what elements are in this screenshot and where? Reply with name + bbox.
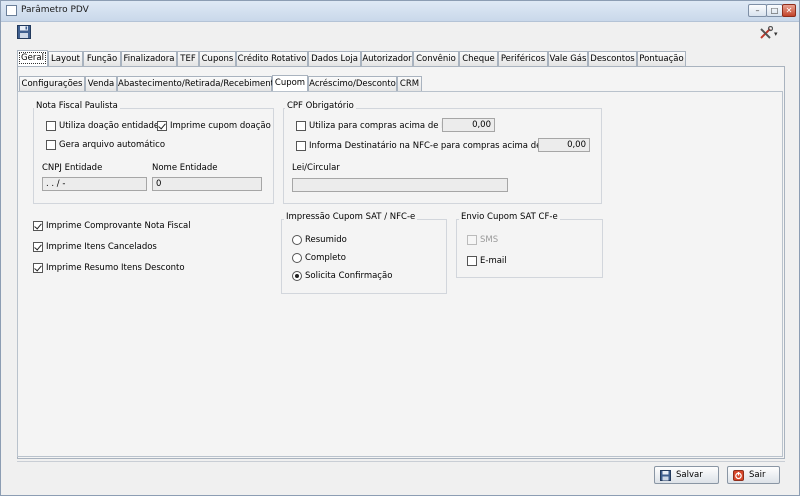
gera-arquivo-checkbox[interactable] bbox=[46, 140, 56, 150]
exit-button-label: Sair bbox=[749, 470, 766, 480]
cnpj-entidade-field[interactable]: . . / - bbox=[42, 177, 147, 191]
close-button[interactable]: ✕ bbox=[782, 4, 796, 17]
minimize-button[interactable]: – bbox=[748, 4, 767, 17]
cnpj-entidade-label: CNPJ Entidade bbox=[42, 163, 103, 173]
tab-geral[interactable]: Geral bbox=[17, 50, 48, 67]
tab-cheque[interactable]: Cheque bbox=[459, 51, 498, 66]
completo-label: Completo bbox=[305, 253, 346, 263]
main-tab-bar: Geral Layout Função Finalizadora TEF Cup… bbox=[17, 50, 697, 67]
tab-vale-gas[interactable]: Vale Gás bbox=[548, 51, 588, 66]
sub-tab-bar: Configurações Venda Abastecimento/Retira… bbox=[19, 75, 429, 92]
tab-pontuacao[interactable]: Pontuação bbox=[637, 51, 686, 66]
gera-arquivo-label: Gera arquivo automático bbox=[59, 140, 166, 150]
utiliza-doacao-checkbox[interactable] bbox=[46, 121, 56, 131]
email-label: E-mail bbox=[480, 256, 507, 266]
tools-icon bbox=[760, 26, 773, 39]
tab-cupom[interactable]: Cupom bbox=[272, 75, 308, 92]
tab-acrescimo-desconto[interactable]: Acréscimo/Desconto bbox=[308, 76, 397, 91]
main-window: Parâmetro PDV – □ ✕ ▾ Geral Layout Funçã… bbox=[0, 0, 800, 496]
save-button-label: Salvar bbox=[676, 470, 703, 480]
tab-credito-rotativo[interactable]: Crédito Rotativo bbox=[236, 51, 308, 66]
envio-cupom-group bbox=[456, 219, 603, 278]
informa-destinatario-checkbox[interactable] bbox=[296, 141, 306, 151]
lei-circular-field[interactable] bbox=[292, 178, 508, 192]
tab-funcao[interactable]: Função bbox=[83, 51, 121, 66]
tab-descontos[interactable]: Descontos bbox=[588, 51, 637, 66]
floppy-disk-icon[interactable] bbox=[17, 25, 31, 39]
tab-layout[interactable]: Layout bbox=[48, 51, 83, 66]
lei-circular-label: Lei/Circular bbox=[292, 163, 340, 173]
tools-menu[interactable]: ▾ bbox=[759, 26, 783, 40]
cpf-obrigatorio-title: CPF Obrigatório bbox=[285, 101, 356, 111]
tab-crm[interactable]: CRM bbox=[397, 76, 422, 91]
sms-checkbox[interactable] bbox=[467, 235, 477, 245]
tab-abastecimento[interactable]: Abastecimento/Retirada/Recebimento bbox=[117, 76, 279, 91]
imprime-resumo-label: Imprime Resumo Itens Desconto bbox=[46, 263, 185, 273]
tab-configuracoes[interactable]: Configurações bbox=[19, 76, 85, 91]
envio-cupom-title: Envio Cupom SAT CF-e bbox=[459, 212, 560, 222]
imprime-comprovante-checkbox[interactable] bbox=[33, 221, 43, 231]
email-checkbox[interactable] bbox=[467, 256, 477, 266]
tab-dados-loja[interactable]: Dados Loja bbox=[308, 51, 361, 66]
impressao-cupom-title: Impressão Cupom SAT / NFC-e bbox=[284, 212, 418, 222]
tab-perifericos[interactable]: Periféricos bbox=[498, 51, 548, 66]
utiliza-compras-value[interactable]: 0,00 bbox=[442, 118, 495, 132]
exit-icon bbox=[733, 470, 744, 481]
imprime-itens-cancelados-label: Imprime Itens Cancelados bbox=[46, 242, 157, 252]
app-icon bbox=[6, 5, 17, 16]
informa-destinatario-label: Informa Destinatário na NFC-e para compr… bbox=[309, 141, 556, 151]
solicita-confirmacao-label: Solicita Confirmação bbox=[305, 271, 393, 281]
nome-entidade-field[interactable]: 0 bbox=[152, 177, 262, 191]
save-button[interactable]: Salvar bbox=[654, 466, 719, 484]
window-title: Parâmetro PDV bbox=[21, 5, 89, 15]
sms-label: SMS bbox=[480, 235, 499, 245]
title-bar: Parâmetro PDV – □ ✕ bbox=[1, 1, 799, 22]
resumido-radio[interactable] bbox=[292, 235, 302, 245]
floppy-disk-icon bbox=[660, 470, 671, 481]
chevron-down-icon: ▾ bbox=[774, 30, 778, 38]
imprime-comprovante-label: Imprime Comprovante Nota Fiscal bbox=[46, 221, 191, 231]
imprime-cupom-doacao-checkbox[interactable] bbox=[157, 121, 167, 131]
utiliza-compras-label: Utiliza para compras acima de R$ bbox=[309, 121, 453, 131]
tab-cupons[interactable]: Cupons bbox=[199, 51, 236, 66]
tab-venda[interactable]: Venda bbox=[85, 76, 117, 91]
imprime-resumo-checkbox[interactable] bbox=[33, 263, 43, 273]
imprime-itens-cancelados-checkbox[interactable] bbox=[33, 242, 43, 252]
imprime-cupom-doacao-label: Imprime cupom doação bbox=[170, 121, 271, 131]
informa-destinatario-value[interactable]: 0,00 bbox=[538, 138, 590, 152]
solicita-confirmacao-radio[interactable] bbox=[292, 271, 302, 281]
completo-radio[interactable] bbox=[292, 253, 302, 263]
exit-button[interactable]: Sair bbox=[727, 466, 780, 484]
resumido-label: Resumido bbox=[305, 235, 347, 245]
tab-autorizador[interactable]: Autorizador bbox=[361, 51, 413, 66]
tab-tef[interactable]: TEF bbox=[177, 51, 199, 66]
utiliza-doacao-label: Utiliza doação entidade bbox=[59, 121, 160, 131]
utiliza-compras-checkbox[interactable] bbox=[296, 121, 306, 131]
nota-fiscal-paulista-title: Nota Fiscal Paulista bbox=[34, 101, 120, 111]
nome-entidade-label: Nome Entidade bbox=[152, 163, 218, 173]
maximize-button[interactable]: □ bbox=[766, 4, 783, 17]
tab-finalizadora[interactable]: Finalizadora bbox=[121, 51, 177, 66]
tab-convenio[interactable]: Convênio bbox=[413, 51, 459, 66]
